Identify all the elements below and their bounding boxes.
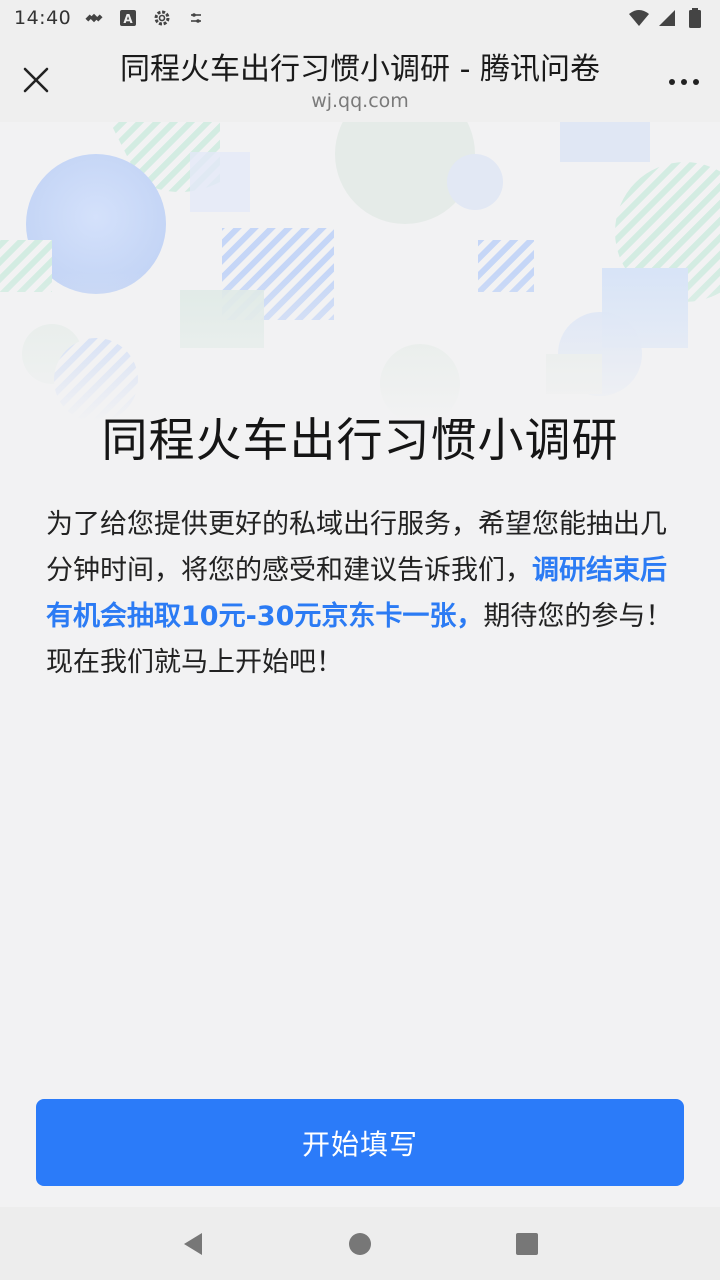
nav-recents-button[interactable] — [497, 1214, 557, 1274]
back-icon — [184, 1232, 203, 1255]
system-nav-bar — [0, 1207, 720, 1280]
sliders-icon — [185, 7, 207, 29]
home-icon — [348, 1232, 371, 1255]
survey-intro: 为了给您提供更好的私域出行服务，希望您能抽出几分钟时间，将您的感受和建议告诉我们… — [46, 502, 676, 686]
svg-text:A: A — [124, 12, 134, 26]
nav-home-button[interactable] — [330, 1214, 390, 1274]
accessibility-a-icon: A — [117, 7, 139, 29]
status-bar: 14:40 A — [0, 0, 720, 36]
survey-title: 同程火车出行习惯小调研 — [101, 413, 619, 467]
web-header: 同程火车出行习惯小调研 - 腾讯问卷 wj.qq.com — [0, 36, 720, 122]
satellite-icon — [83, 7, 105, 29]
signal-icon — [656, 7, 678, 29]
settings-gear-icon — [151, 7, 173, 29]
battery-icon — [684, 7, 706, 29]
nav-back-button[interactable] — [163, 1214, 223, 1274]
start-survey-button[interactable]: 开始填写 — [36, 1099, 684, 1186]
more-dot-icon — [669, 79, 675, 85]
wifi-icon — [628, 7, 650, 29]
survey-content: 同程火车出行习惯小调研 为了给您提供更好的私域出行服务，希望您能抽出几分钟时间，… — [0, 122, 720, 1207]
status-time: 14:40 — [14, 7, 72, 29]
page-title: 同程火车出行习惯小调研 - 腾讯问卷 — [120, 52, 600, 87]
more-options-button[interactable] — [664, 62, 704, 102]
more-dot-icon — [681, 79, 687, 85]
page-url: wj.qq.com — [311, 90, 409, 112]
recents-icon — [515, 1232, 538, 1255]
more-dot-icon — [693, 79, 699, 85]
